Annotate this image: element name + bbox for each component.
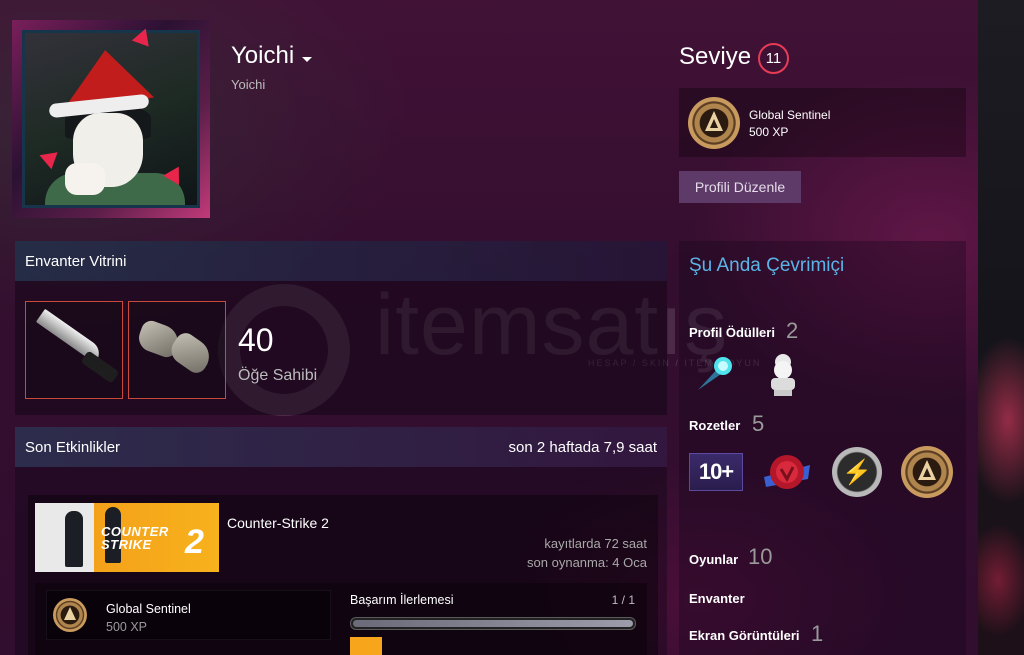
years-of-service-badge-icon[interactable]: 10+ [689,453,743,491]
recent-activity-title: Son Etkinlikler [25,438,121,456]
badges-link[interactable]: Rozetler [689,418,740,433]
online-status: Şu Anda Çevrimiçi [689,255,845,276]
game-hours-on-record: kayıtlarda 72 saat [544,536,647,551]
profile-awards-link[interactable]: Profil Ödülleri [689,325,775,340]
inventory-item-count[interactable]: 40 [238,322,274,359]
inventory-slot-knife[interactable] [25,301,123,399]
game-badge-name: Global Sentinel [106,602,191,616]
favorite-badge-name: Global Sentinel [749,108,831,122]
achievement-progress-count: 1 / 1 [611,593,635,607]
achievement-icon[interactable] [350,637,382,655]
global-sentinel-badge-icon[interactable] [901,446,953,498]
profile-awards-count: 2 [786,318,799,343]
inventory-link[interactable]: Envanter [689,591,745,606]
persona-name: Yoichi [231,42,295,69]
real-name: Yoichi [231,77,266,92]
knife-handle [80,350,120,384]
showcase-title: Envanter Vitrini [15,241,667,281]
avatar-frame[interactable] [12,20,210,218]
capsule-title-line2: STRIKE [101,537,152,552]
recent-activity-header: Son Etkinlikler son 2 haftada 7,9 saat [15,427,667,467]
soldier-figure [65,511,83,567]
global-sentinel-badge-icon [53,598,87,632]
screenshots-count: 1 [811,621,824,646]
game-badge-xp: 500 XP [106,620,148,634]
name-history-dropdown-icon[interactable] [302,57,312,62]
screenshots-link[interactable]: Ekran Görüntüleri [689,628,800,643]
wax-seal-badge-icon[interactable] [762,447,812,497]
capsule-title: COUNTER STRIKE [101,525,169,551]
lightning-badge-icon[interactable]: ⚡ [832,447,882,497]
avatar-fist [65,163,105,195]
badges-count: 5 [752,411,765,436]
bust-award-icon[interactable] [762,352,804,398]
global-sentinel-badge-icon [688,97,740,149]
level-badge[interactable]: 11 [758,43,789,74]
inventory-item-count-label: Öğe Sahibi [238,367,318,384]
level-label: Seviye [679,43,752,70]
game-capsule-image[interactable]: COUNTER STRIKE 2 [35,503,219,572]
games-count: 10 [748,544,773,569]
outer-background-strip [978,0,1024,655]
comet-award-icon[interactable] [694,354,734,394]
games-link[interactable]: Oyunlar [689,552,738,567]
capsule-number: 2 [185,523,204,561]
recent-activity-summary: son 2 haftada 7,9 saat [508,438,657,456]
game-name-link[interactable]: Counter-Strike 2 [227,515,329,531]
achievement-progress-fill [353,620,633,627]
achievement-progress-label[interactable]: Başarım İlerlemesi [350,593,454,607]
game-last-played: son oynanma: 4 Oca [527,555,647,570]
edit-profile-button[interactable]: Profili Düzenle [679,171,801,203]
inventory-slot-gloves[interactable] [128,301,226,399]
favorite-badge-xp: 500 XP [749,125,789,139]
